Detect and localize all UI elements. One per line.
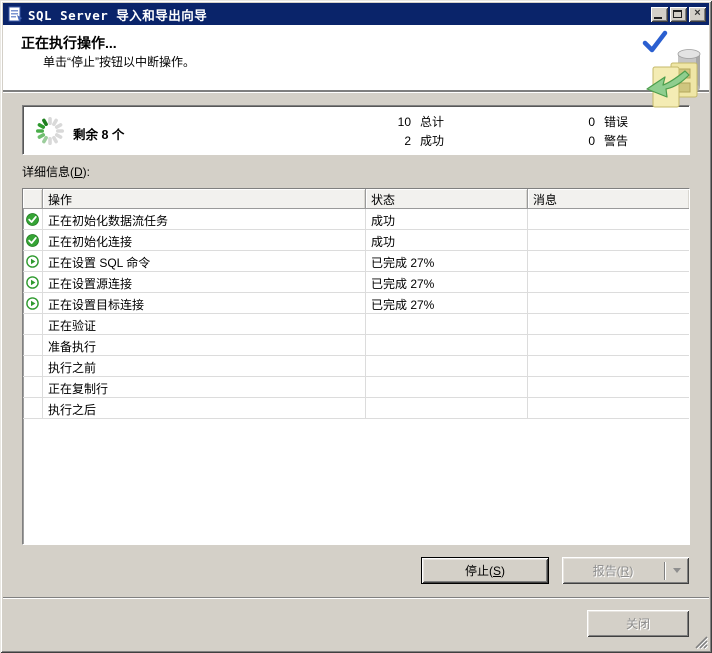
table-row[interactable]: 正在验证 [23, 314, 689, 335]
row-action: 正在复制行 [43, 377, 366, 397]
row-action: 准备执行 [43, 335, 366, 355]
row-status [366, 377, 528, 397]
app-icon [7, 6, 23, 22]
table-row[interactable]: 正在设置目标连接已完成 27% [23, 293, 689, 314]
row-action: 正在设置源连接 [43, 272, 366, 292]
row-action: 正在设置目标连接 [43, 293, 366, 313]
row-message [528, 314, 689, 334]
column-header-icon[interactable] [23, 189, 43, 208]
row-message [528, 293, 689, 313]
row-status-icon-cell [23, 335, 43, 355]
row-message [528, 398, 689, 418]
row-message [528, 251, 689, 271]
stat-error-value: 0 [563, 113, 595, 132]
progress-spinner-icon [34, 115, 66, 147]
table-row[interactable]: 执行之前 [23, 356, 689, 377]
report-dropdown-arrow[interactable] [665, 568, 689, 573]
row-status-icon-cell [23, 377, 43, 397]
column-header-action[interactable]: 操作 [43, 189, 366, 208]
row-status-icon-cell [23, 356, 43, 376]
stat-success-label: 成功 [420, 132, 444, 151]
row-status-icon-cell [23, 398, 43, 418]
maximize-icon [673, 10, 682, 18]
footer-separator [3, 597, 709, 599]
status-success-icon [26, 213, 39, 226]
row-message [528, 356, 689, 376]
column-header-message[interactable]: 消息 [528, 189, 689, 208]
row-status-icon-cell [23, 209, 43, 229]
stat-total-label: 总计 [420, 113, 444, 132]
row-message [528, 230, 689, 250]
stop-button[interactable]: 停止(S) [421, 557, 549, 584]
details-table[interactable]: 操作 状态 消息 正在初始化数据流任务成功正在初始化连接成功正在设置 SQL 命… [22, 188, 690, 545]
row-status: 成功 [366, 230, 528, 250]
stat-error-label: 错误 [604, 113, 628, 132]
details-label: 详细信息(D): [22, 163, 90, 180]
stat-warning-value: 0 [563, 132, 595, 151]
status-running-icon [26, 255, 39, 268]
row-status-icon-cell [23, 314, 43, 334]
row-status-icon-cell [23, 272, 43, 292]
table-row[interactable]: 执行之后 [23, 398, 689, 419]
stat-success-value: 2 [379, 132, 411, 151]
table-row[interactable]: 正在复制行 [23, 377, 689, 398]
table-row[interactable]: 准备执行 [23, 335, 689, 356]
window-title: SQL Server 导入和导出向导 [28, 5, 207, 24]
page-title: 正在执行操作... [21, 33, 117, 53]
wizard-art-icon [641, 27, 707, 123]
minimize-button[interactable] [651, 7, 668, 22]
status-success-icon [26, 234, 39, 247]
page-subtitle: 单击“停止”按钮以中断操作。 [43, 53, 195, 70]
status-running-icon [26, 297, 39, 310]
row-status-icon-cell [23, 251, 43, 271]
table-body: 正在初始化数据流任务成功正在初始化连接成功正在设置 SQL 命令已完成 27%正… [23, 209, 689, 419]
row-status-icon-cell [23, 230, 43, 250]
row-action: 正在初始化连接 [43, 230, 366, 250]
close-icon: × [689, 7, 706, 21]
minimize-icon [654, 17, 662, 19]
close-button[interactable]: × [689, 7, 706, 22]
table-row[interactable]: 正在初始化连接成功 [23, 230, 689, 251]
table-row[interactable]: 正在初始化数据流任务成功 [23, 209, 689, 230]
row-status: 已完成 27% [366, 293, 528, 313]
row-status [366, 356, 528, 376]
row-action: 执行之后 [43, 398, 366, 418]
row-action: 正在初始化数据流任务 [43, 209, 366, 229]
row-action: 正在验证 [43, 314, 366, 334]
row-action: 执行之前 [43, 356, 366, 376]
chevron-down-icon [673, 568, 681, 573]
row-message [528, 209, 689, 229]
row-message [528, 272, 689, 292]
stat-total-value: 10 [379, 113, 411, 132]
row-message [528, 377, 689, 397]
status-running-icon [26, 276, 39, 289]
wizard-header: 正在执行操作... 单击“停止”按钮以中断操作。 [3, 25, 709, 90]
remaining-count: 剩余 8 个 [73, 124, 124, 143]
wizard-window: SQL Server 导入和导出向导 × 正在执行操作... 单击“停止”按钮以… [0, 0, 712, 653]
header-separator [3, 90, 709, 93]
report-button[interactable]: 报告(R) [562, 557, 689, 584]
table-row[interactable]: 正在设置 SQL 命令已完成 27% [23, 251, 689, 272]
table-header: 操作 状态 消息 [23, 189, 689, 209]
row-status [366, 314, 528, 334]
stat-warning-label: 警告 [604, 132, 628, 151]
column-header-status[interactable]: 状态 [366, 189, 528, 208]
row-status [366, 398, 528, 418]
maximize-button[interactable] [670, 7, 687, 22]
row-status: 已完成 27% [366, 272, 528, 292]
row-status: 成功 [366, 209, 528, 229]
resize-grip[interactable] [695, 636, 708, 649]
row-status: 已完成 27% [366, 251, 528, 271]
row-message [528, 335, 689, 355]
progress-summary: 剩余 8 个 10 总计 2 成功 0 错误 0 警告 [22, 105, 690, 155]
close-dialog-button[interactable]: 关闭 [587, 610, 689, 637]
row-status [366, 335, 528, 355]
title-bar[interactable]: SQL Server 导入和导出向导 × [3, 3, 709, 25]
row-action: 正在设置 SQL 命令 [43, 251, 366, 271]
row-status-icon-cell [23, 293, 43, 313]
table-row[interactable]: 正在设置源连接已完成 27% [23, 272, 689, 293]
